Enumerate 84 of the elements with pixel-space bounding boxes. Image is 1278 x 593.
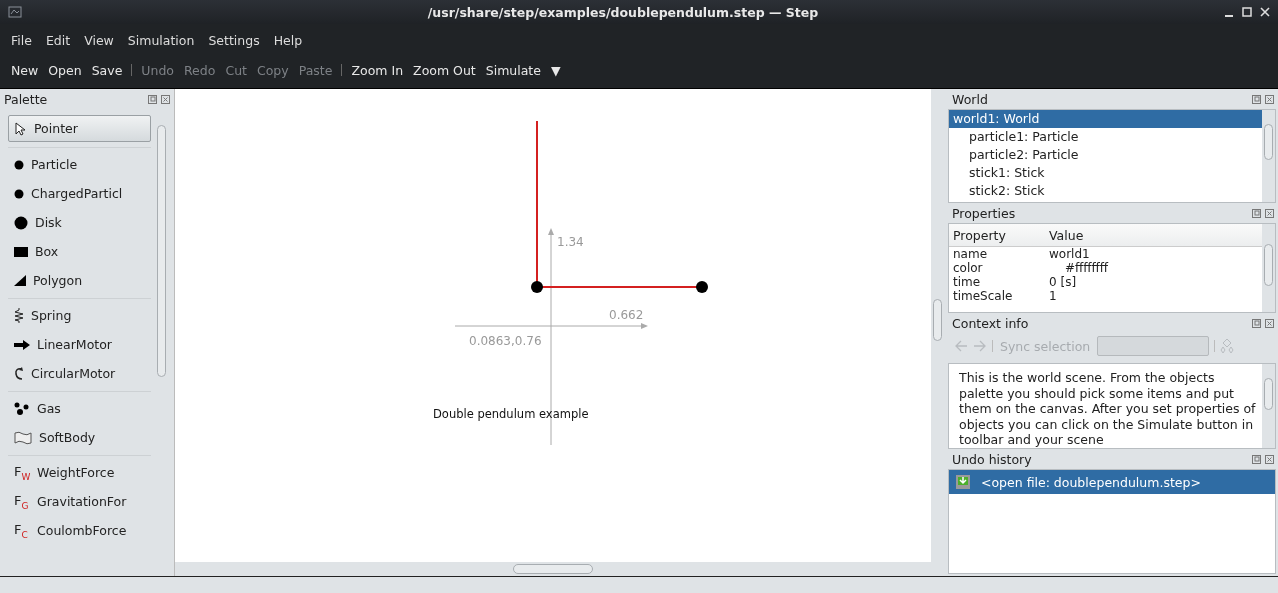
address-field[interactable] [1097,336,1210,356]
palette-item[interactable]: Gas [8,394,151,423]
panel-title: World [952,91,989,107]
triangle-icon [14,275,26,286]
axis-label: 1.34 [557,235,584,249]
app-icon [8,6,22,18]
toolbar-button[interactable]: Simulate [480,60,546,80]
table-cell[interactable]: 0 [s] [1045,275,1262,289]
caption: Double pendulum example [433,407,589,421]
dots-icon [14,401,30,416]
menu-item[interactable]: Simulation [122,30,200,50]
menu-item[interactable]: View [79,30,119,50]
table-cell[interactable]: 1 [1045,289,1262,303]
palette-item[interactable]: Spring [8,301,151,330]
history-item[interactable]: <open file: doublependulum.step> [949,470,1275,494]
toolbar-button[interactable]: New [6,60,44,80]
table-cell-text: time [952,275,982,289]
table-cell-text: timeScale [952,289,1014,303]
table-cell[interactable]: world1 [1045,247,1262,261]
force-symbol: F$_{C}$ [14,521,29,540]
float-icon[interactable] [1252,454,1261,464]
table-cell-text: color [952,261,984,275]
scrollbar[interactable] [1262,364,1275,448]
palette-item[interactable]: Pointer [8,115,151,142]
arrow-icon [14,339,30,350]
table-cell-text: name [952,247,989,261]
force-symbol: F$_{G}$ [14,492,30,511]
window-title: /usr/share/step/examples/doublependulum.step — Step [426,4,820,20]
cloth-icon [14,430,32,445]
tree-item[interactable]: stick2: Stick [949,182,1262,200]
rectangle-icon [14,246,28,257]
particle[interactable] [696,281,708,293]
palette-item[interactable]: Particle [8,150,151,179]
column-header[interactable]: Value [1045,227,1262,243]
palette-item[interactable]: ChargedParticl [8,179,151,208]
tree-item[interactable]: particle1: Particle [949,128,1262,146]
nodes-icon[interactable] [1220,338,1235,354]
palette-item[interactable]: F$_{C}$ CoulombForce [8,516,151,545]
palette-item[interactable]: Box [8,237,151,266]
toolbar-button[interactable]: ▼ [545,60,566,80]
menu-item[interactable]: Edit [40,30,76,50]
tree-item[interactable]: particle2: Particle [949,146,1262,164]
tree-item[interactable]: world1: World [949,110,1262,128]
scrollbar[interactable] [1262,224,1275,312]
pointer-icon [15,121,27,136]
float-icon[interactable] [1252,94,1261,104]
palette-item[interactable]: F$_{G}$ GravitationFor [8,487,151,516]
maximize-icon[interactable] [1242,7,1252,17]
scrollbar[interactable] [1262,110,1275,202]
menu-item[interactable]: Settings [203,30,265,50]
circle-icon [14,215,28,230]
toolbar-button[interactable]: Zoom Out [408,60,481,80]
dot-icon [14,188,24,199]
tree-item[interactable]: stick1: Stick [949,164,1262,182]
force-symbol: F$_{W}$ [14,463,30,482]
column-header[interactable]: Property [949,227,1045,243]
palette-item[interactable]: LinearMotor [8,330,151,359]
menu-item[interactable]: File [6,30,37,50]
description-text: This is the world scene. From the objects palette you should pick some items and put them on the canvas. After you set properties of objects you can click on the Simulate button in toolbar and your scene [958,369,1257,448]
axis-label: 0.662 [609,308,644,322]
toolbar-button[interactable]: Open [43,60,87,80]
panel-title: Properties [952,205,1017,221]
float-icon[interactable] [1252,208,1261,218]
toolbar-button[interactable]: Save [86,60,128,80]
palette-item[interactable]: Polygon [8,266,151,295]
dot-icon [14,159,24,170]
palette-item[interactable]: SoftBody [8,423,151,452]
axis-label: 0.0863,0.76 [469,334,542,348]
table-cell[interactable]: #ffffffff [1045,261,1262,275]
spring-icon [14,308,24,323]
particle[interactable] [531,281,543,293]
toolbar-button[interactable]: Zoom In [346,60,409,80]
palette-item[interactable]: CircularMotor [8,359,151,388]
palette-item[interactable]: F$_{W}$ WeightForce [8,458,151,487]
curved-arrow-icon [14,366,24,381]
menu-item[interactable]: Help [268,30,308,50]
float-icon[interactable] [1252,318,1261,328]
panel-title: Undo history [952,451,1033,467]
panel-title: Context info [952,315,1030,331]
canvas[interactable]: 1.34 0.662 0.0863,0.76 Double pendulum example [175,89,931,562]
panel-title: Palette [4,91,49,107]
palette-item[interactable]: Disk [8,208,151,237]
download-icon [955,474,971,490]
float-icon[interactable] [148,94,157,104]
